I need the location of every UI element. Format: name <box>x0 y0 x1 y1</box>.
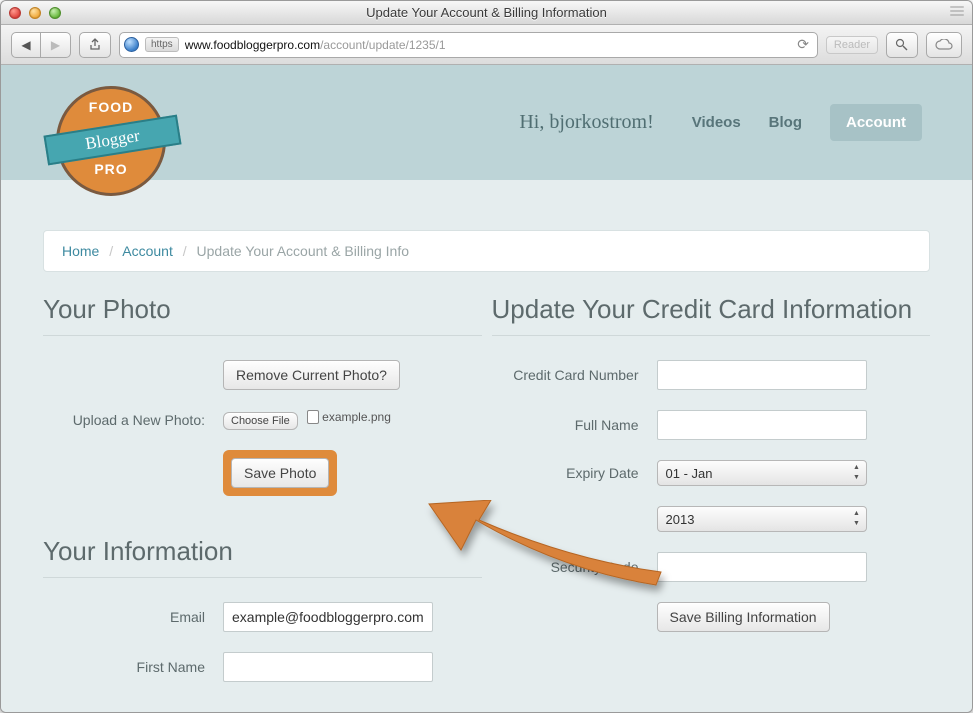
cloud-icon <box>935 39 953 51</box>
crumb-home[interactable]: Home <box>62 243 99 259</box>
page-viewport: FOOD Blogger PRO Hi, bjorkostrom! Videos… <box>1 65 972 713</box>
reload-button[interactable]: ⟳ <box>793 36 813 53</box>
cvc-row: Security Code <box>492 552 931 582</box>
file-icon <box>307 410 319 424</box>
toolbar-grip-icon <box>950 6 964 20</box>
remove-photo-row: Remove Current Photo? <box>43 360 482 390</box>
share-button[interactable] <box>79 32 111 58</box>
forward-button[interactable]: ▶ <box>41 32 71 58</box>
fullname-field[interactable] <box>657 410 867 440</box>
left-column: Your Photo Remove Current Photo? Upload … <box>43 294 482 702</box>
browser-window: Update Your Account & Billing Informatio… <box>0 0 973 713</box>
stepper-icon: ▲▼ <box>850 463 864 483</box>
site-logo[interactable]: FOOD Blogger PRO <box>51 81 171 201</box>
logo-text-bottom: PRO <box>51 161 171 177</box>
chosen-file: example.png <box>307 410 391 424</box>
photo-heading: Your Photo <box>43 294 482 336</box>
bookmark-button[interactable] <box>886 32 918 58</box>
save-billing-row: Save Billing Information <box>492 602 931 632</box>
crumb-account[interactable]: Account <box>122 243 173 259</box>
save-photo-row: Save Photo <box>43 450 482 496</box>
window-title: Update Your Account & Billing Informatio… <box>1 5 972 20</box>
cc-number-field[interactable] <box>657 360 867 390</box>
first-name-field[interactable] <box>223 652 433 682</box>
crumb-sep: / <box>109 243 113 259</box>
nav-account[interactable]: Account <box>830 104 922 141</box>
cvc-field[interactable] <box>657 552 867 582</box>
content-columns: Your Photo Remove Current Photo? Upload … <box>43 294 930 702</box>
cc-row: Credit Card Number <box>492 360 931 390</box>
loupe-pen-icon <box>895 38 909 52</box>
expiry-month-row: Expiry Date 01 - Jan ▲▼ <box>492 460 931 486</box>
stepper-icon: ▲▼ <box>850 509 864 529</box>
expiry-year-row: 2013 ▲▼ <box>492 506 931 532</box>
nav-videos[interactable]: Videos <box>692 114 741 131</box>
right-column: Update Your Credit Card Information Cred… <box>492 294 931 702</box>
email-field[interactable] <box>223 602 433 632</box>
expiry-month-select[interactable]: 01 - Jan <box>657 460 867 486</box>
address-bar[interactable]: https www.foodbloggerpro.com/account/upd… <box>119 32 818 58</box>
chosen-file-name: example.png <box>322 410 391 424</box>
https-badge: https <box>145 37 179 52</box>
expiry-label: Expiry Date <box>492 465 657 481</box>
upload-label: Upload a New Photo: <box>43 412 223 428</box>
remove-photo-button[interactable]: Remove Current Photo? <box>223 360 400 390</box>
first-name-row: First Name <box>43 652 482 682</box>
logo-text-top: FOOD <box>51 99 171 115</box>
billing-heading: Update Your Credit Card Information <box>492 294 931 336</box>
back-button[interactable]: ◀ <box>11 32 41 58</box>
nav-blog[interactable]: Blog <box>769 114 802 131</box>
first-name-label: First Name <box>43 659 223 675</box>
icloud-button[interactable] <box>926 32 962 58</box>
url-host: www.foodbloggerpro.com <box>185 38 320 52</box>
save-photo-highlight: Save Photo <box>223 450 337 496</box>
save-billing-button[interactable]: Save Billing Information <box>657 602 830 632</box>
cc-label: Credit Card Number <box>492 367 657 383</box>
share-icon <box>88 38 102 52</box>
expiry-year-select[interactable]: 2013 <box>657 506 867 532</box>
info-heading: Your Information <box>43 536 482 578</box>
reader-button[interactable]: Reader <box>826 36 878 54</box>
header-nav: Hi, bjorkostrom! Videos Blog Account <box>519 104 922 141</box>
site-header: FOOD Blogger PRO Hi, bjorkostrom! Videos… <box>1 65 972 180</box>
titlebar: Update Your Account & Billing Informatio… <box>1 1 972 25</box>
nav-buttons: ◀ ▶ <box>11 32 71 58</box>
upload-photo-row: Upload a New Photo: Choose File example.… <box>43 410 482 430</box>
url-text: www.foodbloggerpro.com/account/update/12… <box>185 38 788 52</box>
fullname-label: Full Name <box>492 417 657 433</box>
cvc-label: Security Code <box>492 559 657 575</box>
crumb-current: Update Your Account & Billing Info <box>197 243 409 259</box>
greeting-text: Hi, bjorkostrom! <box>519 111 653 134</box>
save-photo-button[interactable]: Save Photo <box>231 458 329 488</box>
choose-file-button[interactable]: Choose File <box>223 412 298 430</box>
name-row: Full Name <box>492 410 931 440</box>
site-icon <box>124 37 139 52</box>
url-path: /account/update/1235/1 <box>320 38 445 52</box>
breadcrumb: Home / Account / Update Your Account & B… <box>43 230 930 272</box>
crumb-sep: / <box>183 243 187 259</box>
email-label: Email <box>43 609 223 625</box>
browser-toolbar: ◀ ▶ https www.foodbloggerpro.com/account… <box>1 25 972 65</box>
email-row: Email <box>43 602 482 632</box>
